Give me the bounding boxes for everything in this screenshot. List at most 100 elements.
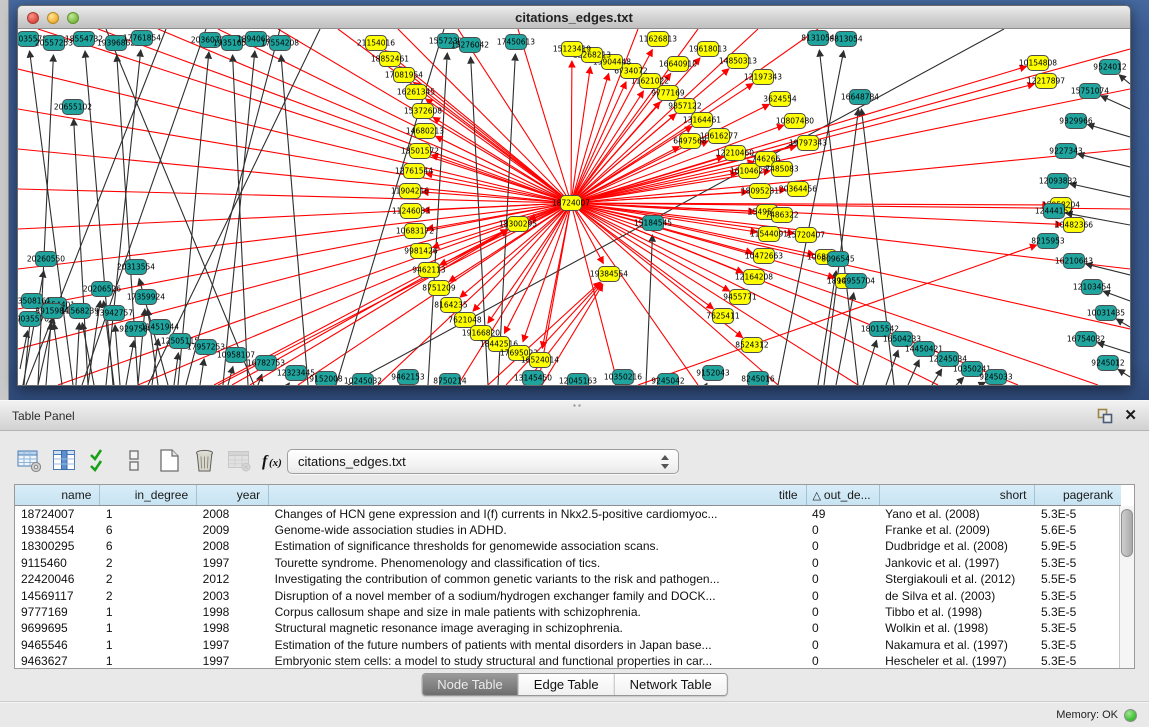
table-row[interactable]: 1456911722003Disruption of a novel membe…: [15, 588, 1121, 604]
table-cell[interactable]: Disruption of a novel member of a sodium…: [269, 588, 806, 604]
table-row[interactable]: 2242004622012Investigating the contribut…: [15, 571, 1121, 587]
red-edge[interactable]: [524, 284, 602, 385]
table-cell[interactable]: 0: [806, 620, 879, 636]
black-edge[interactable]: [818, 271, 836, 385]
table-row[interactable]: 911546021997Tourette syndrome. Phenomeno…: [15, 555, 1121, 571]
red-edge[interactable]: [571, 61, 572, 203]
black-edge[interactable]: [646, 235, 652, 385]
table-cell[interactable]: 2: [100, 571, 197, 587]
table-cell[interactable]: 1998: [197, 620, 269, 636]
red-edge[interactable]: [18, 109, 571, 203]
hide-rows-icon[interactable]: [119, 445, 149, 475]
table-cell[interactable]: 18724007: [15, 505, 100, 522]
black-edge[interactable]: [54, 323, 62, 385]
table-cell[interactable]: 1: [100, 505, 197, 522]
column-header-out_de[interactable]: △out_de...: [806, 485, 879, 505]
black-edge[interactable]: [1119, 75, 1130, 84]
red-edge[interactable]: [458, 29, 571, 203]
table-cell[interactable]: 5.3E-5: [1035, 653, 1121, 669]
tab-edge-table[interactable]: Edge Table: [519, 674, 615, 695]
table-cell[interactable]: 5.3E-5: [1035, 620, 1121, 636]
table-cell[interactable]: 0: [806, 522, 879, 538]
table-cell[interactable]: 0: [806, 555, 879, 571]
panel-resize-handle[interactable]: [572, 403, 582, 408]
red-edge[interactable]: [571, 74, 609, 203]
table-cell[interactable]: Stergiakouli et al. (2012): [879, 571, 1035, 587]
close-window-button[interactable]: [27, 12, 39, 24]
column-header-short[interactable]: short: [879, 485, 1035, 505]
table-cell[interactable]: 49: [806, 505, 879, 522]
table-row[interactable]: 946362711997Embryonic stem cells: a mode…: [15, 653, 1121, 669]
select-all-columns-icon[interactable]: [84, 445, 114, 475]
network-window-titlebar[interactable]: citations_edges.txt: [18, 6, 1130, 29]
table-panel-header[interactable]: Table Panel ✕: [0, 400, 1149, 431]
table-select[interactable]: citations_edges.txt: [287, 449, 679, 474]
red-edge[interactable]: [542, 203, 571, 348]
black-edge[interactable]: [1116, 319, 1130, 327]
red-edge[interactable]: [436, 136, 571, 203]
table-row[interactable]: 1830029562008Estimation of significance …: [15, 538, 1121, 554]
table-cell[interactable]: 0: [806, 653, 879, 669]
table-row[interactable]: 1872400712008Changes of HCN gene express…: [15, 505, 1121, 522]
table-cell[interactable]: 5.6E-5: [1035, 522, 1121, 538]
black-edge[interactable]: [76, 323, 79, 385]
red-edge[interactable]: [488, 282, 600, 385]
column-header-year[interactable]: year: [197, 485, 269, 505]
table-cell[interactable]: 2008: [197, 505, 269, 522]
red-edge[interactable]: [18, 189, 571, 203]
column-header-name[interactable]: name: [15, 485, 100, 505]
red-edge[interactable]: [98, 29, 571, 203]
zoom-window-button[interactable]: [67, 12, 79, 24]
table-cell[interactable]: Franke et al. (2009): [879, 522, 1035, 538]
table-cell[interactable]: 0: [806, 637, 879, 653]
table-cell[interactable]: 5.9E-5: [1035, 538, 1121, 554]
table-cell[interactable]: 2003: [197, 588, 269, 604]
black-edge[interactable]: [956, 377, 964, 385]
table-cell[interactable]: 9115460: [15, 555, 100, 571]
table-cell[interactable]: 5.5E-5: [1035, 571, 1121, 587]
table-cell[interactable]: 1: [100, 653, 197, 669]
table-cell[interactable]: 6: [100, 522, 197, 538]
table-cell[interactable]: 5.3E-5: [1035, 588, 1121, 604]
column-header-pagerank[interactable]: pagerank: [1035, 485, 1121, 505]
table-cell[interactable]: 5.3E-5: [1035, 505, 1121, 522]
table-cell[interactable]: Nakamura et al. (1997): [879, 637, 1035, 653]
table-cell[interactable]: 1997: [197, 653, 269, 669]
network-canvas-container[interactable]: 1872400721154016188524611708195416261345…: [18, 29, 1130, 385]
table-cell[interactable]: 9699695: [15, 620, 100, 636]
table-cell[interactable]: Jankovic et al. (1997): [879, 555, 1035, 571]
red-edge[interactable]: [414, 82, 571, 203]
node-table[interactable]: namein_degreeyeartitle△out_de...shortpag…: [14, 484, 1135, 669]
black-edge[interactable]: [115, 325, 120, 385]
table-cell[interactable]: Changes of HCN gene expression and I(f) …: [269, 505, 806, 522]
table-cell[interactable]: Investigating the contribution of common…: [269, 571, 806, 587]
black-edge[interactable]: [288, 383, 289, 385]
black-edge[interactable]: [1078, 154, 1130, 167]
table-cell[interactable]: Structural magnetic resonance image aver…: [269, 620, 806, 636]
red-edge[interactable]: [571, 89, 1130, 203]
black-edge[interactable]: [74, 119, 88, 385]
column-header-in_degree[interactable]: in_degree: [100, 485, 197, 505]
black-edge[interactable]: [1103, 291, 1130, 301]
table-cell[interactable]: 0: [806, 604, 879, 620]
red-edge[interactable]: [571, 203, 618, 385]
table-cell[interactable]: 0: [806, 538, 879, 554]
table-cell[interactable]: 6: [100, 538, 197, 554]
column-header-title[interactable]: title: [269, 485, 806, 505]
table-cell[interactable]: Corpus callosum shape and size in male p…: [269, 604, 806, 620]
black-edge[interactable]: [1101, 96, 1130, 109]
table-cell[interactable]: Genome-wide association studies in ADHD.: [269, 522, 806, 538]
black-edge[interactable]: [908, 360, 919, 385]
table-cell[interactable]: 2: [100, 588, 197, 604]
new-table-icon[interactable]: [154, 445, 184, 475]
red-edge[interactable]: [18, 69, 571, 203]
black-edge[interactable]: [126, 341, 134, 385]
table-cell[interactable]: 18300295: [15, 538, 100, 554]
table-row[interactable]: 969969511998Structural magnetic resonanc…: [15, 620, 1121, 636]
function-builder-icon[interactable]: f(x): [259, 445, 289, 475]
table-cell[interactable]: 1998: [197, 604, 269, 620]
table-cell[interactable]: 1: [100, 620, 197, 636]
table-scrollbar[interactable]: [1119, 506, 1134, 668]
table-cell[interactable]: Estimation of the future numbers of pati…: [269, 637, 806, 653]
black-edge[interactable]: [861, 109, 894, 385]
